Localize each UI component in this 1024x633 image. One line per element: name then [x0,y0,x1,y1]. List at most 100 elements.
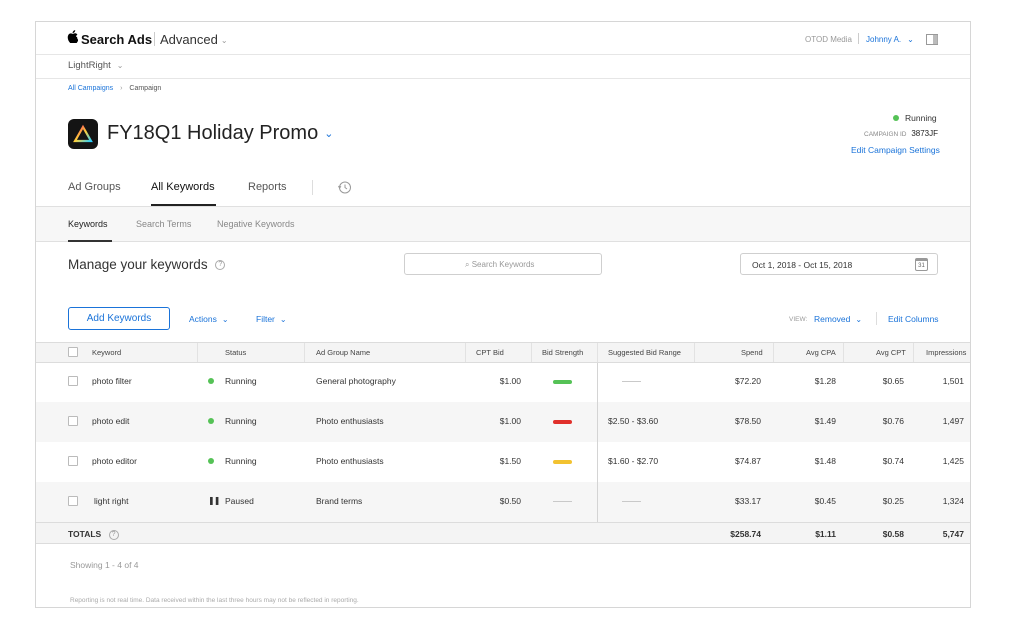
campaign-status: Running [893,113,937,123]
row-checkbox[interactable] [68,416,78,426]
tab-ad-groups[interactable]: Ad Groups [68,181,121,193]
ad-group-cell[interactable]: General photography [316,376,396,386]
chevron-down-icon: ⌄ [220,36,228,46]
column-ad-group[interactable]: Ad Group Name [316,348,370,357]
column-status[interactable]: Status [225,348,246,357]
table-row[interactable]: light right ❚❚ Paused Brand terms $0.50 … [36,482,970,522]
avg-cpt-cell: $0.65 [882,376,904,386]
avg-cpa-cell: $1.28 [814,376,836,386]
subtab-search-terms[interactable]: Search Terms [136,219,191,229]
avg-cpa-cell: $1.49 [814,416,836,426]
keyword-cell[interactable]: photo editor [92,456,137,466]
calendar-day: 31 [918,263,925,269]
help-icon[interactable]: ? [108,529,119,540]
column-spend[interactable]: Spend [741,348,763,357]
edit-columns-link[interactable]: Edit Columns [888,314,939,324]
campaign-status-label: Running [905,113,937,123]
subtab-negative-keywords[interactable]: Negative Keywords [217,219,295,229]
ad-group-cell[interactable]: Brand terms [316,496,362,506]
spend-cell: $74.87 [735,456,761,466]
campaign-id: CAMPAIGN ID 3873JF [864,129,938,138]
actions-dropdown[interactable]: Actions ⌄ [189,314,229,324]
totals-row: TOTALS ? $258.74 $1.11 $0.58 5,747 [36,522,970,544]
table-row[interactable]: photo editor Running Photo enthusiasts $… [36,442,970,482]
sidebar-toggle-icon[interactable] [926,32,938,50]
cpt-bid-cell[interactable]: $0.50 [476,496,521,506]
breadcrumb: All Campaigns › Campaign [68,85,161,92]
row-checkbox[interactable] [68,456,78,466]
org-name[interactable]: OTOD Media [805,35,852,44]
tab-all-keywords[interactable]: All Keywords [151,181,215,193]
view-dropdown[interactable]: Removed ⌄ [814,314,862,324]
date-range-text: Oct 1, 2018 - Oct 15, 2018 [752,260,853,270]
cpt-bid-cell[interactable]: $1.00 [476,416,521,426]
help-icon[interactable]: ? [215,260,226,271]
bid-strength-yellow-indicator [553,460,572,464]
date-range-picker[interactable]: Oct 1, 2018 - Oct 15, 2018 31 [740,253,938,275]
column-suggested-bid-range[interactable]: Suggested Bid Range [608,348,681,357]
table-header: Keyword Status Ad Group Name CPT Bid Bid… [36,342,970,363]
filter-label: Filter [256,314,275,324]
edit-campaign-settings-link[interactable]: Edit Campaign Settings [851,145,940,155]
cpt-bid-cell[interactable]: $1.50 [476,456,521,466]
column-avg-cpt[interactable]: Avg CPT [876,348,906,357]
chevron-down-icon: ⌄ [907,35,914,45]
reporting-note: Reporting is not real time. Data receive… [70,597,359,604]
history-icon[interactable] [337,180,352,200]
ad-group-cell[interactable]: Photo enthusiasts [316,456,384,466]
table-row[interactable]: photo filter Running General photography… [36,362,970,402]
totals-label: TOTALS ? [68,529,119,540]
search-keywords-input[interactable]: ⌕ Search Keywords [404,253,602,275]
status-cell: Running [225,456,257,466]
totals-impressions: 5,747 [942,529,964,539]
top-bar: Search Ads Advanced ⌄ OTOD Media Johnny A… [36,22,970,55]
bid-strength-green-indicator [553,380,572,384]
column-cpt-bid[interactable]: CPT Bid [476,348,504,357]
breadcrumb-all-campaigns[interactable]: All Campaigns [68,85,113,92]
status-running-icon [208,418,214,424]
totals-avg-cpa: $1.11 [815,529,836,539]
column-bid-strength[interactable]: Bid Strength [542,348,583,357]
view-label: VIEW: [789,316,808,323]
brand-name: Search Ads [81,32,153,47]
table-row[interactable]: photo edit Running Photo enthusiasts $1.… [36,402,970,442]
chevron-down-icon: ⌄ [324,128,334,141]
tab-reports[interactable]: Reports [248,181,287,193]
keyword-cell[interactable]: photo filter [92,376,132,386]
mode-selector[interactable]: Advanced ⌄ [160,32,228,47]
search-icon: ⌕ [465,260,470,269]
row-checkbox[interactable] [68,496,78,506]
row-checkbox[interactable] [68,376,78,386]
section-title: Manage your keywords ? [68,257,226,272]
suggested-range-cell: $2.50 - $3.60 [608,416,659,426]
keyword-cell[interactable]: light right [94,496,129,506]
app-selector-label: LightRight [68,60,111,71]
status-cell: Running [225,416,257,426]
user-menu[interactable]: Johnny A. ⌄ [866,35,914,44]
select-all-checkbox[interactable] [68,347,78,357]
ad-group-cell[interactable]: Photo enthusiasts [316,416,384,426]
chevron-down-icon: ⌄ [855,315,863,325]
status-running-icon [208,458,214,464]
subtab-keywords[interactable]: Keywords [68,219,108,229]
chevron-down-icon: ⌄ [279,315,287,325]
breadcrumb-current: Campaign [129,85,162,92]
cpt-bid-cell[interactable]: $1.00 [476,376,521,386]
showing-count: Showing 1 - 4 of 4 [70,560,139,570]
spend-cell: $33.17 [735,496,761,506]
impressions-cell: 1,497 [942,416,964,426]
column-keyword[interactable]: Keyword [92,348,121,357]
column-avg-cpa[interactable]: Avg CPA [806,348,836,357]
add-keywords-button[interactable]: Add Keywords [68,307,170,330]
status-running-icon [893,115,899,121]
pause-icon: ❚❚ [208,496,220,505]
filter-dropdown[interactable]: Filter ⌄ [256,314,287,324]
empty-range-dash [622,381,641,382]
empty-strength-dash [553,501,572,502]
keyword-cell[interactable]: photo edit [92,416,129,426]
campaign-id-value: 3873JF [911,129,938,138]
campaign-title[interactable]: FY18Q1 Holiday Promo ⌄ [107,122,333,145]
column-impressions[interactable]: Impressions [926,348,966,357]
status-cell: Paused [225,496,254,506]
app-selector[interactable]: LightRight ⌄ [68,60,123,71]
